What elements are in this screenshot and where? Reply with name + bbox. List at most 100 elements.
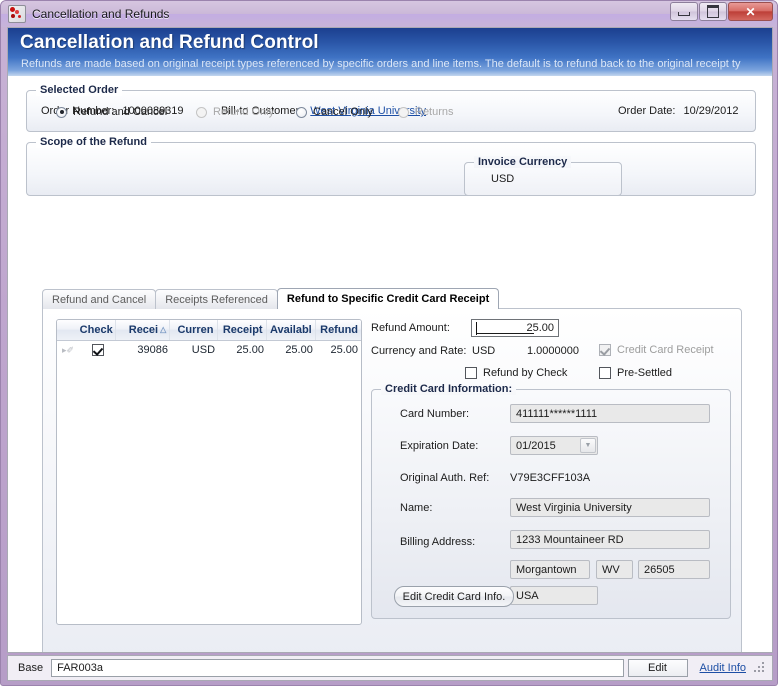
pre-settled-checkbox-item[interactable]: Pre-Settled <box>599 367 672 379</box>
refund-by-check-checkbox[interactable] <box>465 367 477 379</box>
name-label: Name: <box>400 502 432 514</box>
grid-header-currency[interactable]: Curren <box>170 320 217 340</box>
status-base-label: Base <box>18 662 43 674</box>
pre-settled-checkbox[interactable] <box>599 367 611 379</box>
original-auth-ref-label: Original Auth. Ref: <box>400 472 489 484</box>
billing-address-line1-input[interactable]: 1233 Mountaineer RD <box>510 530 710 549</box>
row-available: 25.00 <box>267 344 316 356</box>
tab-receipts-referenced[interactable]: Receipts Referenced <box>155 289 278 309</box>
currency-and-rate-label: Currency and Rate: <box>371 345 466 357</box>
grid-header-indicator <box>57 320 78 340</box>
billing-zip-input[interactable]: 26505 <box>638 560 710 579</box>
tab-refund-to-specific-credit-card-receipt-label: Refund to Specific Credit Card Receipt <box>287 293 489 305</box>
credit-card-receipt-label: Credit Card Receipt <box>617 344 714 356</box>
status-edit-button[interactable]: Edit <box>628 659 688 677</box>
exchange-rate-value: 1.0000000 <box>527 345 579 357</box>
close-button[interactable]: ✕ <box>728 2 773 21</box>
credit-card-receipt-checkbox <box>599 344 611 356</box>
radio-refund-only-icon <box>196 107 207 118</box>
original-auth-ref-value: V79E3CFF103A <box>510 472 590 484</box>
grid-header-receipt-number-label: Recei <box>129 324 158 336</box>
page-body: Selected Order Order Number: 1000089319 … <box>8 76 772 652</box>
refund-amount-input[interactable]: 25.00 <box>471 319 559 337</box>
scope-of-refund-legend: Scope of the Refund <box>36 136 151 148</box>
row-currency: USD <box>171 344 218 356</box>
grid-header-refund[interactable]: Refund <box>316 320 361 340</box>
billing-city-input[interactable]: Morgantown <box>510 560 590 579</box>
radio-cancel-only-icon <box>296 107 307 118</box>
credit-card-receipt-checkbox-item[interactable]: Credit Card Receipt <box>599 344 714 356</box>
close-icon: ✕ <box>729 3 772 20</box>
restore-icon <box>700 3 726 20</box>
credit-card-information-legend: Credit Card Information: <box>381 383 516 395</box>
radio-refund-and-cancel[interactable]: Refund and Cancel <box>56 106 167 118</box>
scope-of-refund-group: Scope of the Refund <box>26 142 756 196</box>
grid-header-receipt-number[interactable]: Recei △ <box>116 320 171 340</box>
window-title: Cancellation and Refunds <box>32 7 169 21</box>
refund-amount-label: Refund Amount: <box>371 322 450 334</box>
grid-header-check[interactable]: Check <box>78 320 116 340</box>
status-form-id-field[interactable]: FAR003a <box>51 659 623 677</box>
refund-amount-row: Refund Amount: 25.00 <box>371 319 731 339</box>
receipts-grid[interactable]: Check Recei △ Curren Receipt Availabl Re… <box>56 319 362 625</box>
order-date-label: Order Date: <box>618 105 675 117</box>
edit-credit-card-info-button[interactable]: Edit Credit Card Info. <box>394 586 514 607</box>
radio-refund-only-label: Refund Only <box>213 106 274 118</box>
row-receipt-number: 39086 <box>116 344 171 356</box>
billing-address-label: Billing Address: <box>400 536 475 548</box>
expiration-date-value: 01/2015 <box>516 440 556 452</box>
radio-refund-and-cancel-icon <box>56 107 67 118</box>
selected-order-legend: Selected Order <box>36 84 122 96</box>
expiration-date-combo[interactable]: 01/2015 ▼ <box>510 436 598 455</box>
table-row[interactable]: ▸✐ 39086 USD 25.00 25.00 25.00 <box>57 341 361 359</box>
status-bar: Base FAR003a Edit Audit Info <box>7 655 773 681</box>
radio-returns-label: Returns <box>415 106 454 118</box>
radio-cancel-only[interactable]: Cancel Only <box>296 106 373 118</box>
sort-ascending-icon: △ <box>160 326 166 334</box>
pre-settled-label: Pre-Settled <box>617 367 672 379</box>
tabstrip: Refund and Cancel Receipts Referenced Re… <box>42 288 498 309</box>
refund-by-check-label: Refund by Check <box>483 367 567 379</box>
tab-panel: Check Recei △ Curren Receipt Availabl Re… <box>42 308 742 653</box>
radio-returns-icon <box>398 107 409 118</box>
row-checkbox[interactable] <box>92 344 104 356</box>
row-refund: 25.00 <box>316 344 361 356</box>
invoice-currency-value: USD <box>491 173 514 185</box>
expiration-date-label: Expiration Date: <box>400 440 478 452</box>
resize-grip-icon[interactable] <box>754 662 766 674</box>
radio-returns[interactable]: Returns <box>398 106 454 118</box>
window-titlebar: Cancellation and Refunds ✕ <box>1 1 777 27</box>
row-check-cell[interactable] <box>79 344 116 356</box>
radio-cancel-only-label: Cancel Only <box>313 106 373 118</box>
minimize-icon <box>671 3 697 20</box>
grid-header-row: Check Recei △ Curren Receipt Availabl Re… <box>57 320 361 341</box>
billing-country-input[interactable]: USA <box>510 586 598 605</box>
tab-refund-and-cancel[interactable]: Refund and Cancel <box>42 289 156 309</box>
row-receipt-amount: 25.00 <box>218 344 267 356</box>
currency-code-value: USD <box>472 345 495 357</box>
minimize-button[interactable] <box>670 2 698 21</box>
app-icon <box>8 5 26 23</box>
refund-by-check-checkbox-item[interactable]: Refund by Check <box>465 367 567 379</box>
row-edit-indicator-icon: ▸✐ <box>57 345 79 356</box>
tab-refund-to-specific-credit-card-receipt[interactable]: Refund to Specific Credit Card Receipt <box>277 288 499 309</box>
status-audit-info-link[interactable]: Audit Info <box>700 662 746 674</box>
page-title: Cancellation and Refund Control <box>20 32 319 54</box>
tab-refund-and-cancel-label: Refund and Cancel <box>52 294 146 306</box>
radio-refund-and-cancel-label: Refund and Cancel <box>73 106 167 118</box>
billing-state-input[interactable]: WV <box>596 560 633 579</box>
radio-refund-only[interactable]: Refund Only <box>196 106 274 118</box>
field-underline <box>477 333 534 334</box>
client-area: Cancellation and Refund Control Refunds … <box>7 27 773 653</box>
maximize-restore-button[interactable] <box>699 2 727 21</box>
page-subtitle: Refunds are made based on original recei… <box>21 58 772 70</box>
grid-header-receipt-amount[interactable]: Receipt <box>218 320 267 340</box>
currency-and-rate-row: Currency and Rate: USD 1.0000000 Credit … <box>371 343 731 361</box>
grid-header-available[interactable]: Availabl <box>267 320 316 340</box>
order-date-field: Order Date: 10/29/2012 <box>618 105 739 117</box>
chevron-down-icon[interactable]: ▼ <box>580 438 596 453</box>
name-input[interactable]: West Virginia University <box>510 498 710 517</box>
refund-details-pane: Refund Amount: 25.00 Currency and Rate: … <box>371 319 731 385</box>
card-number-label: Card Number: <box>400 408 469 420</box>
card-number-input[interactable]: 411111******1111 <box>510 404 710 423</box>
